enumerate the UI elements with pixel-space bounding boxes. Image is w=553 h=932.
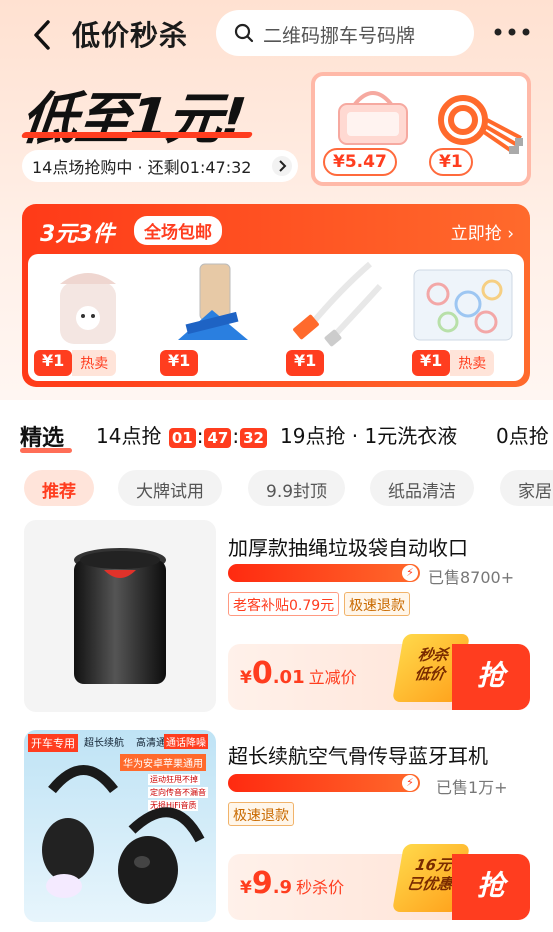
free-shipping-badge: 全场包邮	[134, 216, 222, 245]
chip-recommend[interactable]: 推荐	[24, 470, 94, 506]
tab-19[interactable]: 19点抢 · 1元洗衣液	[280, 420, 457, 449]
product-name: 加厚款抽绳垃圾袋自动收口	[228, 536, 468, 560]
promo-price-1: ¥5.47	[323, 148, 397, 176]
charging-cable-image	[438, 95, 523, 154]
deal-item-price: ¥1 热卖	[412, 350, 495, 376]
buy-box[interactable]: ¥9.9 秒杀价 16元 已优惠 抢	[228, 844, 530, 920]
hair-ties-image	[413, 269, 513, 341]
toiletry-bag-image	[338, 91, 408, 145]
category-chips: 推荐 大牌试用 9.9封顶 纸品清洁 家居	[0, 470, 553, 508]
promo-price-2: ¥1	[429, 148, 473, 176]
trash-can-image	[74, 548, 166, 684]
deal-item-price: ¥1	[160, 350, 199, 376]
deal-item-price: ¥1 热卖	[34, 350, 117, 376]
session-timer-text: 14点场抢购中 · 还剩01:47:32	[32, 158, 252, 177]
session-tabs: 精选 14点抢 01:47:32 19点抢 · 1元洗衣液 0点抢	[0, 416, 553, 456]
bolt-icon: ⚡	[402, 775, 418, 791]
page-title: 低价秒杀	[72, 19, 189, 52]
product-item[interactable]: 开车专用 超长续航 高清通话 通话降噪 华为安卓苹果通用 运动狂甩不掉 定向传音…	[0, 730, 553, 925]
tab-14[interactable]: 14点抢 01:47:32	[96, 420, 268, 449]
hero-underline	[20, 132, 254, 138]
tissue-roll-image	[60, 273, 116, 344]
sold-progress-bar: ⚡	[228, 774, 420, 792]
search-bar[interactable]: 二维码挪车号码牌	[216, 10, 474, 56]
more-dots-icon[interactable]	[492, 22, 532, 42]
grab-now-link[interactable]: 立即抢 ›	[451, 219, 514, 244]
fast-refund-tag: 极速退款	[344, 592, 410, 616]
chip-brand-trial[interactable]: 大牌试用	[118, 470, 222, 506]
three-for-three-deal[interactable]: 3元3件 全场包邮 立即抢 › ¥1 热卖 ¥1 ¥1 ¥1 热卖	[22, 204, 530, 387]
product-name: 超长续航空气骨传导蓝牙耳机	[228, 744, 488, 768]
price: ¥9.9 秒杀价	[240, 866, 345, 901]
deal-products: ¥1 热卖 ¥1 ¥1 ¥1 热卖	[28, 254, 524, 381]
chevron-right-icon	[272, 156, 292, 176]
promo-card[interactable]: ¥5.47 ¥1	[311, 72, 531, 186]
sold-progress-bar: ⚡	[228, 564, 420, 582]
chip-home[interactable]: 家居	[500, 470, 553, 506]
buy-box[interactable]: ¥0.01 立减价 秒杀 低价 抢	[228, 634, 530, 710]
usb-cable-image	[293, 261, 383, 347]
fast-refund-tag: 极速退款	[228, 802, 294, 826]
sold-count: 已售1万+	[436, 778, 508, 797]
chip-under-99[interactable]: 9.9封顶	[248, 470, 346, 506]
grab-button[interactable]: 抢	[452, 854, 530, 920]
search-icon	[234, 23, 254, 43]
back-arrow-icon[interactable]	[28, 18, 58, 52]
sold-count: 已售8700+	[428, 568, 515, 587]
bolt-icon: ⚡	[402, 565, 418, 581]
session-timer-pill[interactable]: 14点场抢购中 · 还剩01:47:32	[22, 150, 298, 182]
grab-button[interactable]: 抢	[452, 644, 530, 710]
tab-underline	[20, 448, 72, 453]
phone-stand-image	[178, 263, 248, 340]
product-thumbnail	[24, 520, 216, 712]
deal-title: 3元3件	[40, 222, 115, 247]
deal-item-price: ¥1	[286, 350, 325, 376]
product-item[interactable]: 加厚款抽绳垃圾袋自动收口 ⚡ 已售8700+ 老客补贴0.79元 极速退款 ¥0…	[0, 520, 553, 715]
search-placeholder: 二维码挪车号码牌	[263, 25, 416, 47]
chip-paper-cleaning[interactable]: 纸品清洁	[370, 470, 474, 506]
price: ¥0.01 立减价	[240, 656, 357, 691]
subsidy-tag: 老客补贴0.79元	[228, 592, 340, 616]
earphones-image	[42, 765, 205, 904]
hero-headline: 低至1元!	[18, 87, 248, 152]
product-thumbnail: 开车专用 超长续航 高清通话 通话降噪 华为安卓苹果通用 运动狂甩不掉 定向传音…	[24, 730, 216, 922]
tab-0[interactable]: 0点抢	[496, 420, 549, 449]
